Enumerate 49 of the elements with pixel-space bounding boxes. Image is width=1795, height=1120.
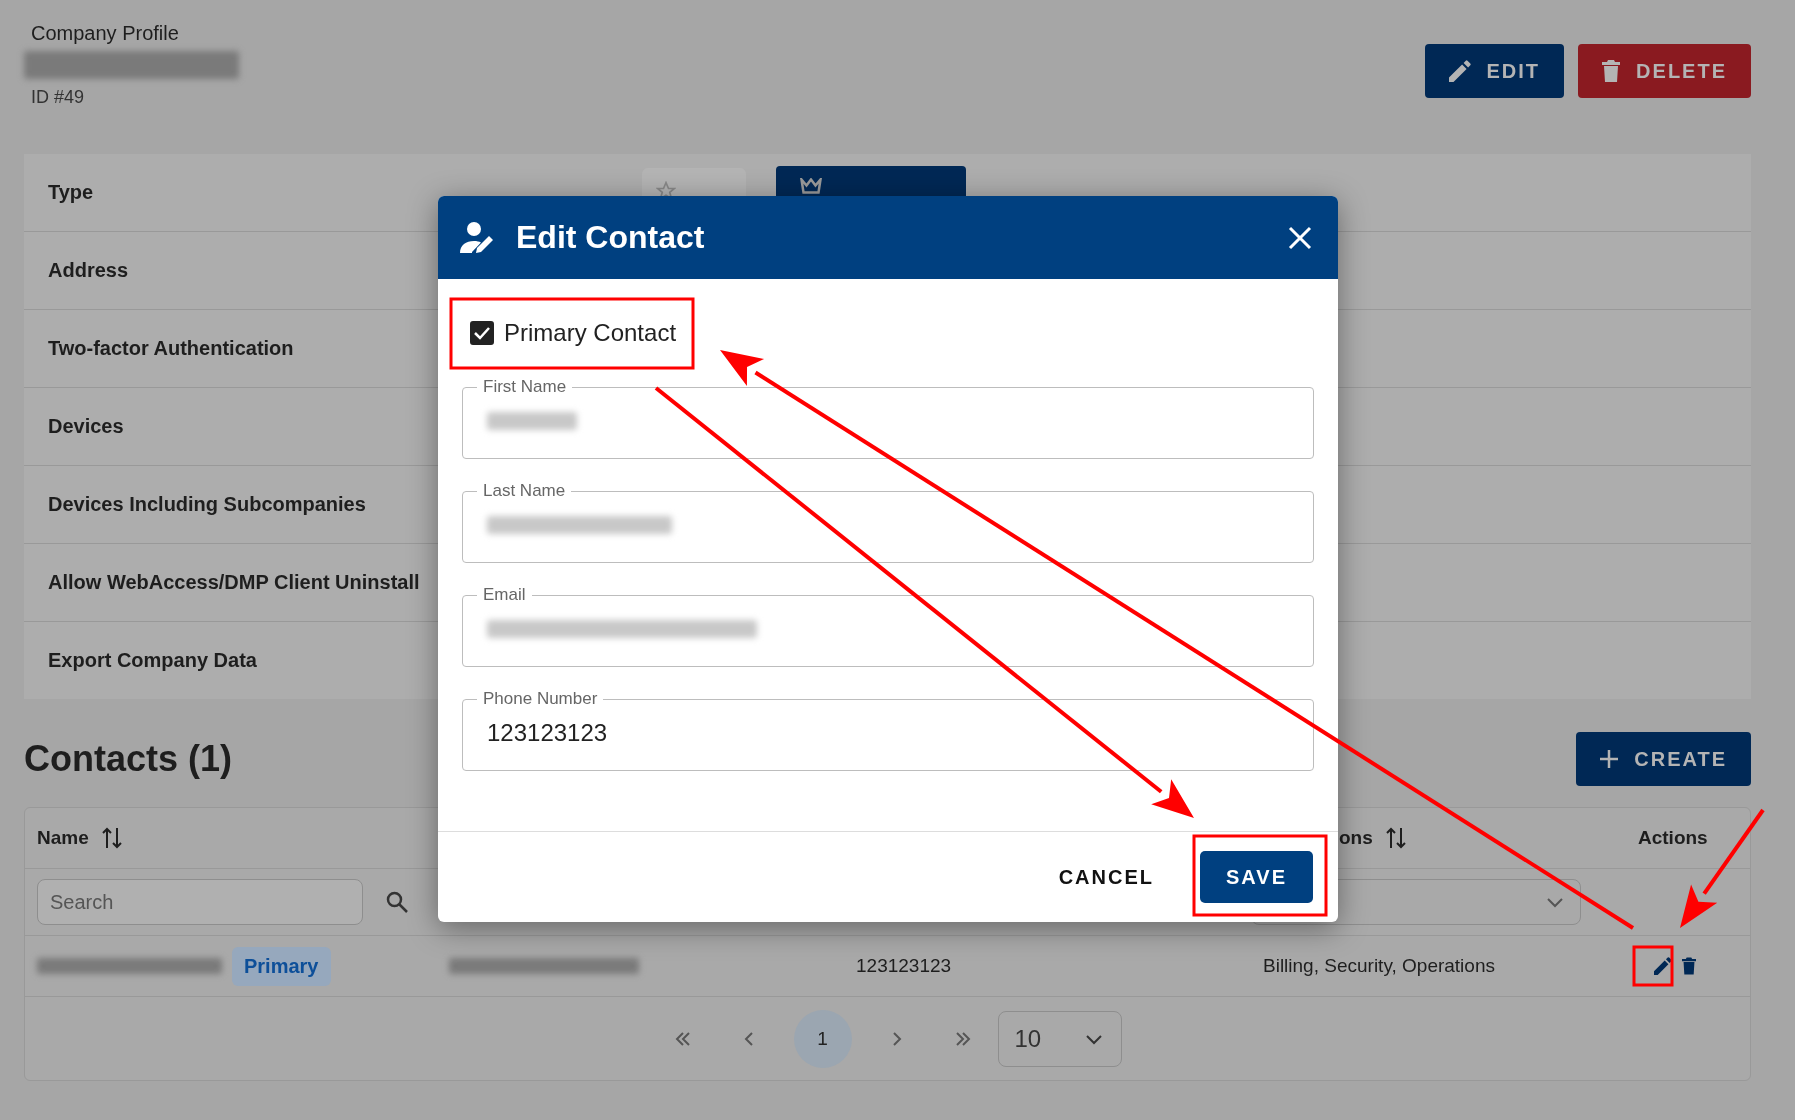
column-header[interactable]: ons — [1339, 827, 1373, 849]
column-header: Actions — [1638, 827, 1708, 848]
field-value: 123123123 — [487, 719, 608, 747]
page-button[interactable]: 1 — [793, 1009, 852, 1068]
field-label: Email — [482, 585, 527, 605]
table-cell: 123123123 — [856, 955, 952, 976]
save-button[interactable]: SAVE — [1200, 851, 1313, 903]
trash-icon — [1602, 60, 1621, 82]
detail-label: Export Company Data — [48, 649, 257, 671]
table-cell: Billing, Security, Operations — [1263, 955, 1495, 976]
detail-label: Devices — [48, 415, 124, 437]
text-field[interactable]: Last Name — [462, 481, 1314, 563]
field-label: Phone Number — [482, 689, 599, 709]
highlight-frame — [1632, 945, 1674, 987]
edit-button[interactable]: EDIT — [1424, 44, 1565, 98]
column-header[interactable]: Name — [37, 827, 89, 849]
checkbox-label[interactable]: Primary Contact — [504, 319, 677, 347]
search-field[interactable]: Search — [37, 879, 363, 925]
detail-label: Two-factor Authentication — [48, 337, 294, 359]
page-caption: Company Profile — [31, 22, 180, 45]
pencil-icon[interactable] — [1654, 957, 1672, 975]
primary-badge: Primary — [232, 946, 331, 986]
plus-icon — [1600, 750, 1619, 768]
user-edit-icon — [460, 220, 496, 255]
cancel-button[interactable]: CANCEL — [1052, 864, 1160, 890]
detail-label: Address — [48, 259, 129, 281]
delete-button[interactable]: DELETE — [1578, 44, 1751, 98]
checkmark-icon — [474, 326, 490, 340]
close-icon[interactable] — [1288, 225, 1312, 250]
detail-label: Devices Including Subcompanies — [48, 493, 366, 515]
section-heading: Contacts (1) — [24, 738, 233, 780]
crown-icon — [800, 178, 822, 194]
text-field[interactable]: First Name — [462, 377, 1314, 459]
create-button[interactable]: CREATE — [1576, 732, 1751, 786]
field-label: First Name — [482, 377, 568, 397]
dialog-title: Edit Contact — [516, 219, 706, 256]
pencil-icon — [1448, 60, 1471, 82]
company-id: ID #49 — [31, 87, 86, 108]
text-field[interactable]: Email — [462, 585, 1314, 667]
detail-label: Type — [48, 181, 94, 203]
checkbox[interactable] — [470, 321, 494, 345]
field-label: Last Name — [482, 481, 567, 501]
sort-icon[interactable] — [100, 826, 123, 850]
detail-label: Allow WebAccess/DMP Client Uninstall — [48, 571, 420, 593]
sort-icon[interactable] — [1384, 826, 1407, 850]
page-size-select[interactable]: 10 — [997, 1010, 1122, 1067]
trash-icon[interactable] — [1682, 957, 1696, 975]
text-field[interactable]: Phone Number 123123123 — [462, 689, 1314, 771]
search-icon[interactable] — [385, 890, 409, 914]
